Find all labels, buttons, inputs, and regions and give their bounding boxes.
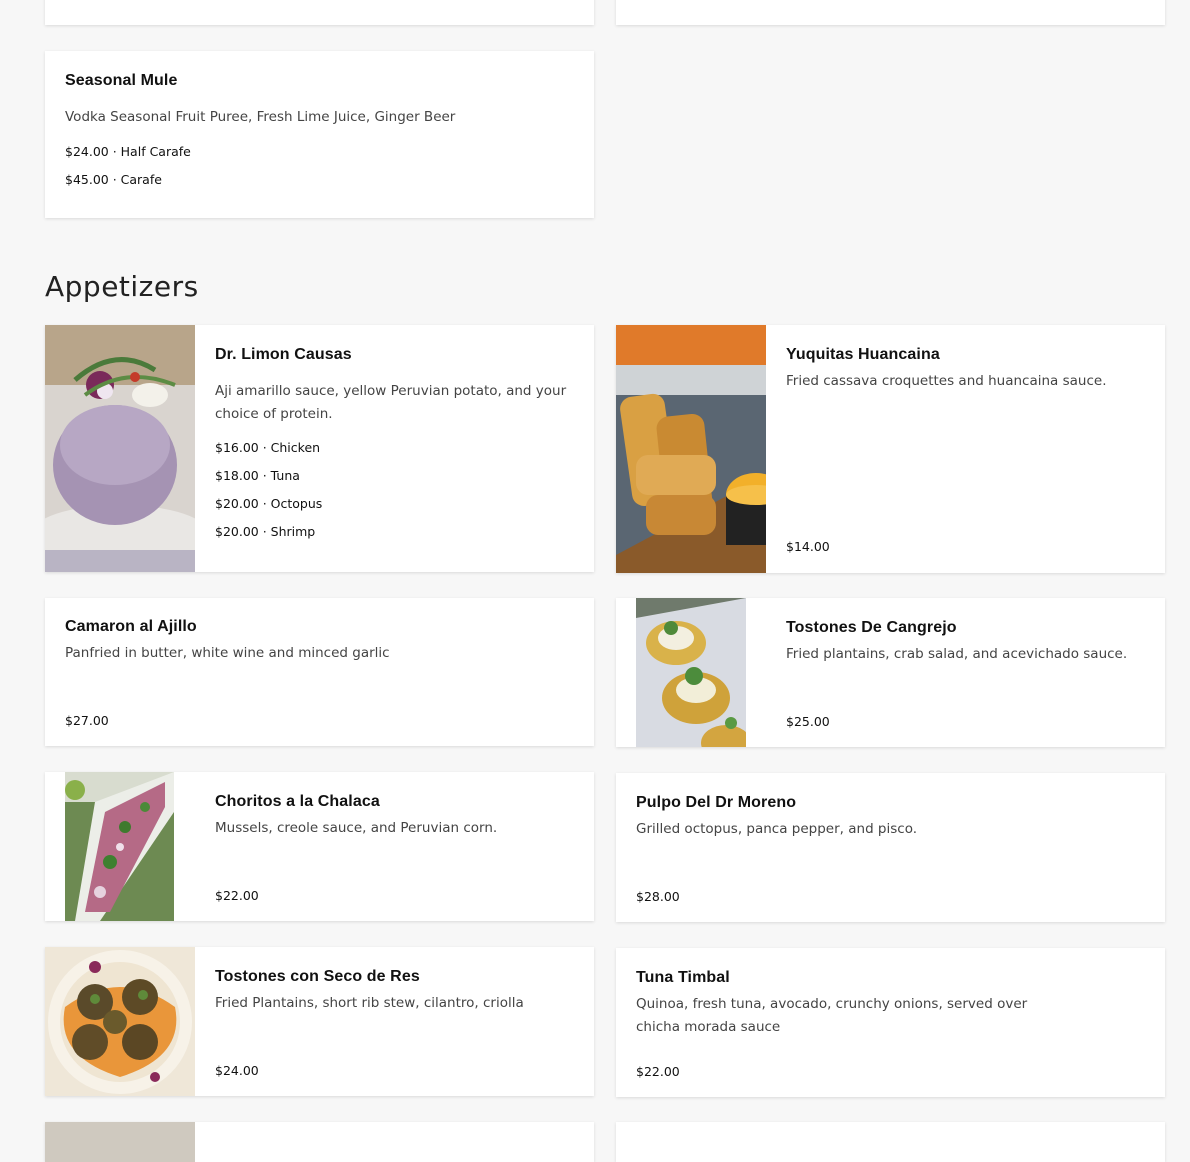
section-title: Appetizers [45,270,199,303]
menu-card-tuna-timbal[interactable]: Tuna Timbal Quinoa, fresh tuna, avocado,… [616,948,1165,1097]
item-price: $14.00 [786,539,830,554]
item-price: $45.00 · Carafe [65,172,162,187]
menu-card-choritos[interactable]: Choritos a la Chalaca Mussels, creole sa… [45,772,594,921]
tostones-seco-photo [45,947,195,1096]
item-title: Tostones con Seco de Res [215,968,420,985]
item-description: Panfried in butter, white wine and mince… [65,645,390,661]
item-description: Fried cassava croquettes and huancaina s… [786,373,1107,389]
item-title: Yuquitas Huancaina [786,346,940,363]
item-description: Vodka Seasonal Fruit Puree, Fresh Lime J… [65,109,456,125]
item-photo [45,1122,195,1162]
menu-card-partial [45,0,594,25]
item-title: Pulpo Del Dr Moreno [636,794,797,811]
menu-card-partial [45,1122,594,1162]
menu-card-pulpo[interactable]: Pulpo Del Dr Moreno Grilled octopus, pan… [616,773,1165,922]
item-price: $20.00 · Octopus [215,496,323,511]
item-description: Fried plantains, crab salad, and acevich… [786,646,1128,662]
item-description: Quinoa, fresh tuna, avocado, crunchy oni… [636,996,1028,1012]
item-title: Camaron al Ajillo [65,618,197,635]
item-title: Tostones De Cangrejo [786,619,957,636]
item-price: $22.00 [215,888,259,903]
item-price: $20.00 · Shrimp [215,524,316,539]
item-title: Seasonal Mule [65,72,178,89]
item-title: Dr. Limon Causas [215,346,352,363]
menu-card-seasonal-mule[interactable]: Seasonal Mule Vodka Seasonal Fruit Puree… [45,51,594,218]
item-description: Grilled octopus, panca pepper, and pisco… [636,821,918,837]
item-title: Tuna Timbal [636,969,730,986]
item-price: $16.00 · Chicken [215,440,321,455]
item-price: $27.00 [65,713,109,728]
choritos-photo [65,772,174,921]
item-title: Choritos a la Chalaca [215,793,380,810]
item-description: Aji amarillo sauce, yellow Peruvian pota… [215,383,567,422]
item-price: $28.00 [636,889,680,904]
yuquitas-photo [616,325,766,573]
menu-card-yuquitas[interactable]: Yuquitas Huancaina Fried cassava croquet… [616,325,1165,573]
menu-card-tostones-cangrejo[interactable]: Tostones De Cangrejo Fried plantains, cr… [616,598,1165,747]
item-description: chicha morada sauce [636,1019,781,1035]
item-price: $22.00 [636,1064,680,1079]
item-description: Fried Plantains, short rib stew, cilantr… [215,995,524,1011]
item-price: $18.00 · Tuna [215,468,300,483]
item-description: Mussels, creole sauce, and Peruvian corn… [215,820,498,836]
tostones-cangrejo-photo [636,598,746,747]
menu-card-causas[interactable]: Dr. Limon Causas Aji amarillo sauce, yel… [45,325,594,572]
menu-card-partial [616,1122,1165,1162]
item-price: $25.00 [786,714,830,729]
menu-card-partial [616,0,1165,25]
item-price: $24.00 · Half Carafe [65,144,191,159]
causa-photo [45,325,195,572]
item-price: $24.00 [215,1063,259,1078]
menu-card-tostones-seco[interactable]: Tostones con Seco de Res Fried Plantains… [45,947,594,1096]
menu-card-camaron[interactable]: Camaron al Ajillo Panfried in butter, wh… [45,598,594,746]
